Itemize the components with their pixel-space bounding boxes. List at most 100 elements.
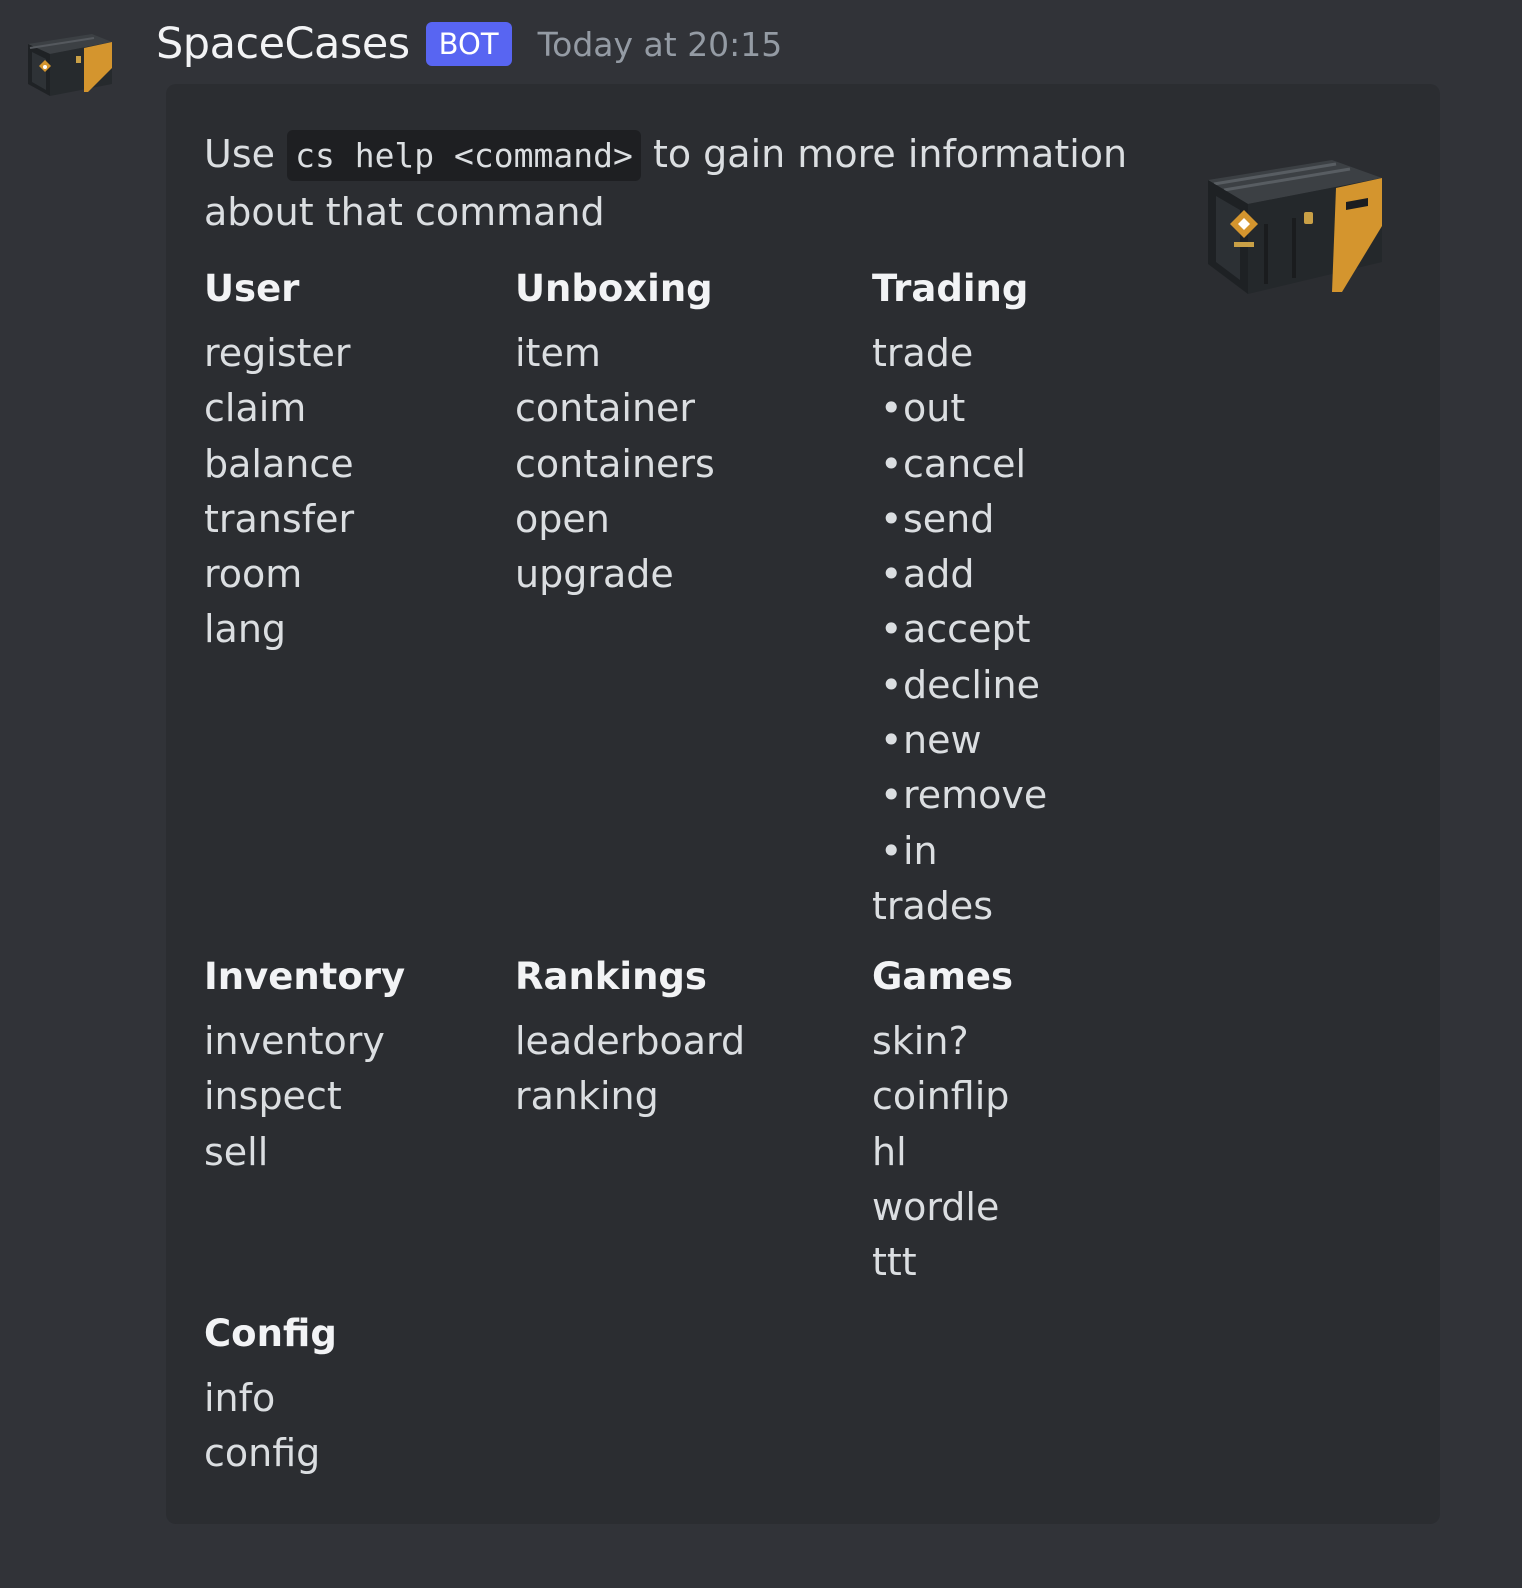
message-header: SpaceCases BOT Today at 20:15 — [156, 16, 782, 72]
field-rankings: Rankings leaderboard ranking — [515, 954, 835, 1125]
command-label: hl — [872, 1129, 907, 1174]
subcommand-item: •out — [872, 381, 1192, 436]
bullet-icon: • — [880, 496, 903, 541]
command-label: register — [204, 331, 351, 375]
subcommand-item: •new — [872, 713, 1192, 768]
command-label: sell — [204, 1129, 269, 1174]
bullet-icon: • — [880, 773, 903, 818]
field-name: User — [204, 267, 300, 310]
command-label: room — [204, 552, 303, 597]
command-item: register — [204, 326, 524, 381]
command-item: sell — [204, 1125, 524, 1180]
command-label: inspect — [204, 1074, 342, 1119]
command-item: container — [515, 381, 835, 436]
field-games: Games skin? coinflip hl wordle ttt — [872, 954, 1192, 1290]
bullet-icon: • — [880, 828, 903, 873]
command-label: send — [903, 496, 995, 541]
inline-code-command: cs help <command> — [287, 130, 641, 181]
field-value: trade •out •cancel •send •add •accept •decline… — [872, 326, 1192, 934]
command-label: cancel — [903, 441, 1027, 486]
field-unboxing: Unboxing item container containers open upgr… — [515, 266, 835, 602]
command-item: wordle — [872, 1180, 1192, 1235]
subcommand-item: •add — [872, 547, 1192, 602]
embed-thumbnail[interactable] — [1200, 158, 1384, 298]
field-user: User register claim balance transfer room lan… — [204, 266, 524, 658]
field-name: Games — [872, 955, 1014, 998]
command-item: info — [204, 1371, 524, 1426]
command-label: transfer — [204, 496, 355, 541]
command-label: ttt — [872, 1240, 917, 1285]
field-name: Trading — [872, 267, 1029, 310]
bullet-icon: • — [880, 386, 903, 431]
subcommand-item: •send — [872, 492, 1192, 547]
command-item: balance — [204, 437, 524, 492]
field-value: inventory inspect sell — [204, 1014, 524, 1180]
subcommand-item: •remove — [872, 768, 1192, 823]
command-label: new — [903, 718, 982, 763]
field-value: skin? coinflip hl wordle ttt — [872, 1014, 1192, 1290]
bullet-icon: • — [880, 662, 903, 707]
command-item: coinflip — [872, 1069, 1192, 1124]
command-label: skin? — [872, 1019, 969, 1063]
bot-avatar[interactable] — [22, 26, 114, 100]
command-item: item — [515, 326, 835, 381]
bullet-icon: • — [880, 718, 903, 763]
field-value: register claim balance transfer room lang — [204, 326, 524, 658]
command-item: inventory — [204, 1014, 524, 1069]
command-item: room — [204, 547, 524, 602]
command-label: accept — [903, 607, 1031, 652]
command-item: upgrade — [515, 547, 835, 602]
command-item: lang — [204, 602, 524, 657]
field-name: Inventory — [204, 955, 406, 998]
field-name: Unboxing — [515, 267, 713, 310]
command-item: inspect — [204, 1069, 524, 1124]
embed-description: Use cs help <command> to gain more infor… — [204, 126, 1164, 241]
field-value: info config — [204, 1371, 524, 1482]
message-timestamp: Today at 20:15 — [537, 24, 783, 64]
command-item: hl — [872, 1125, 1192, 1180]
command-label: config — [204, 1431, 321, 1476]
command-label: in — [903, 828, 938, 873]
command-label: trade — [872, 331, 974, 375]
bullet-icon: • — [880, 441, 903, 486]
bot-badge: BOT — [425, 22, 512, 66]
weapon-case-icon — [1208, 160, 1382, 294]
command-label: coinflip — [872, 1074, 1010, 1119]
bullet-icon: • — [880, 607, 903, 652]
command-label: upgrade — [515, 552, 674, 597]
command-item: leaderboard — [515, 1014, 835, 1069]
field-value: item container containers open upgrade — [515, 326, 835, 602]
command-item: config — [204, 1426, 524, 1481]
command-item: containers — [515, 437, 835, 492]
field-name: Config — [204, 1312, 337, 1355]
field-inventory: Inventory inventory inspect sell — [204, 954, 524, 1180]
weapon-case-icon — [28, 34, 112, 96]
command-label: container — [515, 386, 696, 431]
subcommand-item: •accept — [872, 602, 1192, 657]
command-label: add — [903, 552, 975, 597]
command-label: leaderboard — [515, 1019, 746, 1063]
command-label: open — [515, 496, 610, 541]
command-item: trades — [872, 879, 1192, 934]
command-item: skin? — [872, 1014, 1192, 1069]
command-label: containers — [515, 441, 715, 486]
command-item: open — [515, 492, 835, 547]
field-config: Config info config — [204, 1311, 524, 1482]
bullet-icon: • — [880, 552, 903, 597]
command-label: item — [515, 331, 601, 375]
bot-username[interactable]: SpaceCases — [156, 19, 410, 69]
command-label: out — [903, 386, 966, 431]
command-label: remove — [903, 773, 1048, 818]
command-label: wordle — [872, 1184, 1000, 1229]
description-prefix: Use — [204, 132, 275, 176]
field-trading: Trading trade •out •cancel •send •add •accept… — [872, 266, 1192, 934]
subcommand-item: •in — [872, 824, 1192, 879]
command-item: claim — [204, 381, 524, 436]
command-label: lang — [204, 607, 287, 652]
command-label: claim — [204, 386, 307, 431]
command-item: ranking — [515, 1069, 835, 1124]
command-item: transfer — [204, 492, 524, 547]
command-label: decline — [903, 662, 1040, 707]
command-label: inventory — [204, 1019, 385, 1063]
subcommand-item: •decline — [872, 658, 1192, 713]
